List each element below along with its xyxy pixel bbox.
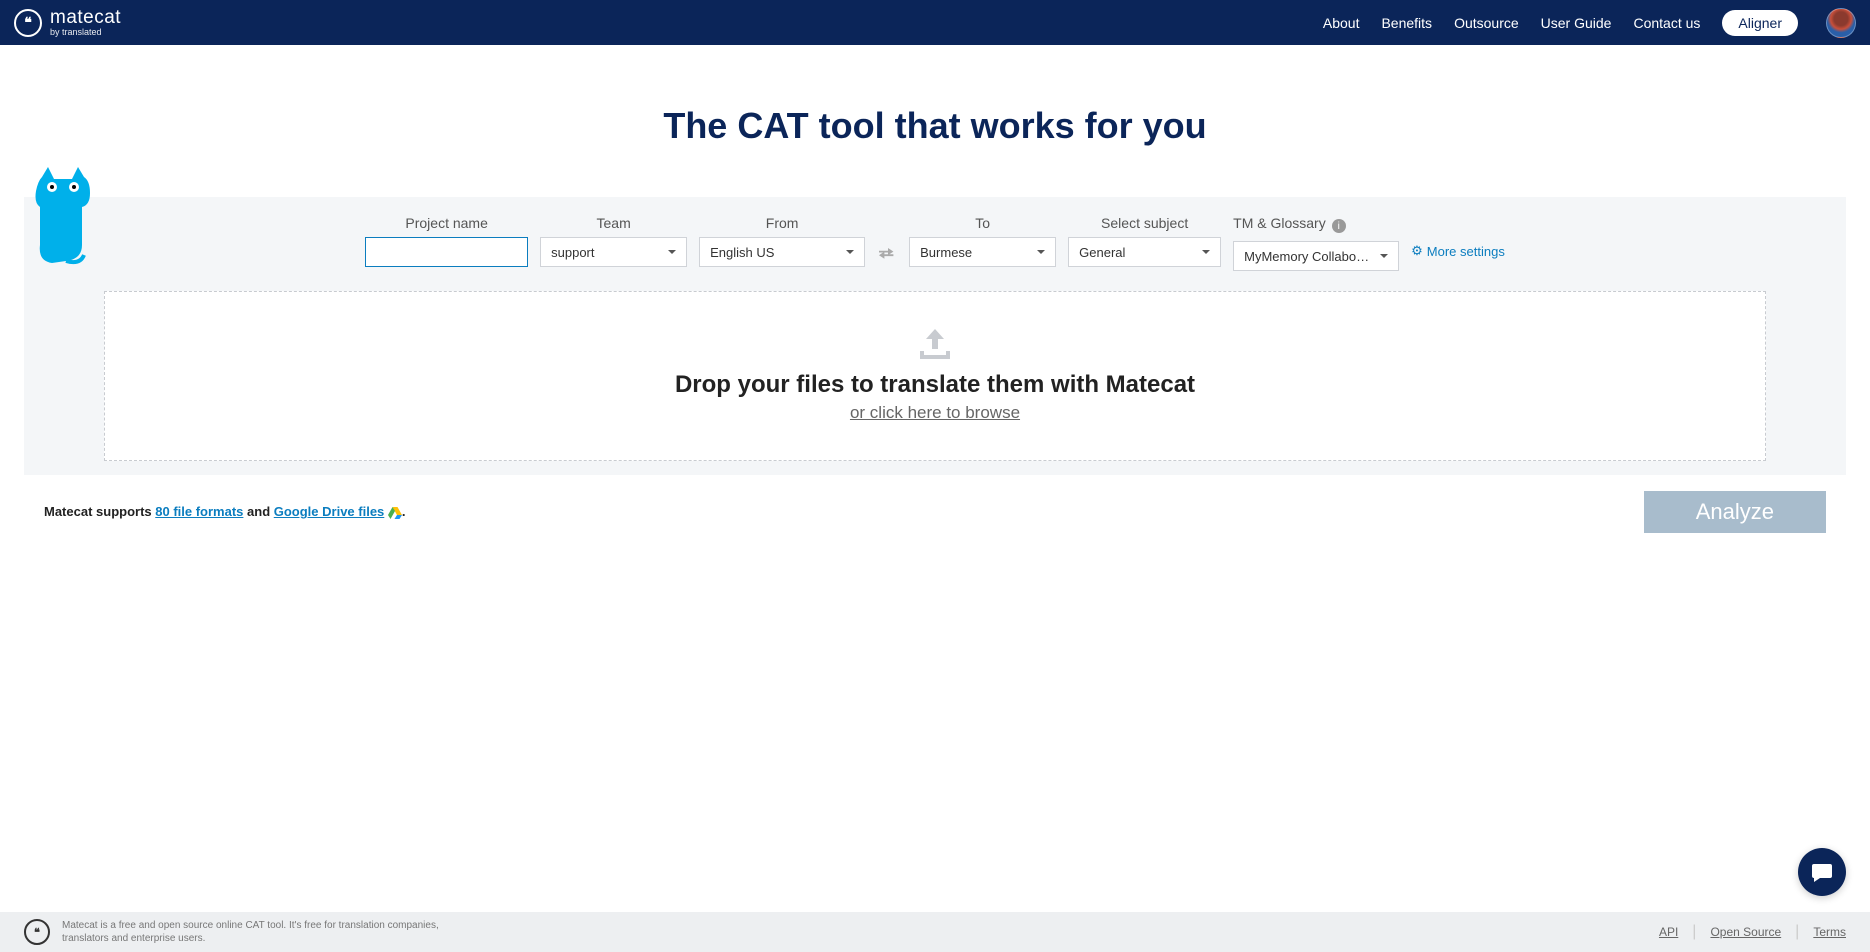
brand-sub: by translated (50, 28, 121, 37)
footer-api-link[interactable]: API (1659, 925, 1678, 939)
project-name-input[interactable] (365, 237, 528, 267)
support-prefix: Matecat supports (44, 504, 155, 519)
more-settings-label: More settings (1427, 244, 1505, 259)
logo-text: matecat by translated (50, 8, 121, 37)
tm-dropdown[interactable]: MyMemory Collabora... (1233, 241, 1399, 271)
logo-icon: ❝ (14, 9, 42, 37)
top-nav: About Benefits Outsource User Guide Cont… (1323, 8, 1856, 38)
team-value: support (551, 245, 594, 260)
nav-user-guide[interactable]: User Guide (1541, 15, 1612, 31)
swap-languages-button[interactable] (877, 239, 897, 269)
footer-text: Matecat is a free and open source online… (62, 919, 462, 945)
info-icon[interactable]: i (1332, 219, 1346, 233)
footer-left: ❝ Matecat is a free and open source onli… (24, 919, 462, 945)
tm-value: MyMemory Collabora... (1244, 249, 1372, 264)
team-dropdown[interactable]: support (540, 237, 687, 267)
chevron-down-icon (1380, 254, 1388, 258)
header: ❝ matecat by translated About Benefits O… (0, 0, 1870, 45)
browse-link[interactable]: or click here to browse (850, 403, 1020, 423)
chat-icon (1810, 860, 1834, 884)
drop-title: Drop your files to translate them with M… (675, 371, 1195, 399)
below-panel: Matecat supports 80 file formats and Goo… (44, 491, 1826, 533)
upload-icon (918, 329, 952, 359)
field-from-lang: From English US (699, 215, 865, 267)
footer-links: API | Open Source | Terms (1659, 923, 1846, 941)
nav-about[interactable]: About (1323, 15, 1360, 31)
field-to-lang: To Burmese (909, 215, 1056, 267)
to-label: To (909, 215, 1056, 231)
to-lang-dropdown[interactable]: Burmese (909, 237, 1056, 267)
brand-name: matecat (50, 8, 121, 27)
support-text: Matecat supports 80 file formats and Goo… (44, 504, 406, 520)
field-team: Team support (540, 215, 687, 267)
footer-opensource-link[interactable]: Open Source (1710, 925, 1781, 939)
field-tm-glossary: TM & Glossary i MyMemory Collabora... (1233, 215, 1399, 271)
nav-aligner[interactable]: Aligner (1722, 10, 1798, 36)
chevron-down-icon (846, 250, 854, 254)
project-panel: Project name Team support From English U… (24, 197, 1846, 475)
gear-icon: ⚙ (1411, 243, 1423, 259)
field-project-name: Project name (365, 215, 528, 267)
separator: | (1795, 923, 1799, 941)
subject-value: General (1079, 245, 1125, 260)
chevron-down-icon (1202, 250, 1210, 254)
footer: ❝ Matecat is a free and open source onli… (0, 912, 1870, 952)
cat-mascot-icon (30, 165, 100, 269)
chevron-down-icon (668, 250, 676, 254)
nav-contact[interactable]: Contact us (1633, 15, 1700, 31)
project-name-label: Project name (365, 215, 528, 231)
logo[interactable]: ❝ matecat by translated (14, 8, 121, 37)
subject-label: Select subject (1068, 215, 1221, 231)
from-value: English US (710, 245, 774, 260)
to-value: Burmese (920, 245, 972, 260)
more-settings-link[interactable]: ⚙ More settings (1411, 243, 1505, 259)
analyze-button[interactable]: Analyze (1644, 491, 1826, 533)
file-formats-link[interactable]: 80 file formats (155, 504, 243, 519)
nav-outsource[interactable]: Outsource (1454, 15, 1519, 31)
separator: | (1692, 923, 1696, 941)
nav-benefits[interactable]: Benefits (1381, 15, 1432, 31)
from-label: From (699, 215, 865, 231)
footer-terms-link[interactable]: Terms (1813, 925, 1846, 939)
support-mid: and (243, 504, 273, 519)
field-subject: Select subject General (1068, 215, 1221, 267)
support-period: . (402, 504, 406, 519)
google-drive-icon (388, 506, 402, 520)
fields-row: Project name Team support From English U… (24, 215, 1846, 271)
chat-button[interactable] (1798, 848, 1846, 896)
tm-label: TM & Glossary (1233, 215, 1326, 231)
hero: The CAT tool that works for you Project … (0, 105, 1870, 533)
from-lang-dropdown[interactable]: English US (699, 237, 865, 267)
avatar[interactable] (1826, 8, 1856, 38)
page-title: The CAT tool that works for you (0, 105, 1870, 147)
google-drive-link[interactable]: Google Drive files (274, 504, 385, 519)
team-label: Team (540, 215, 687, 231)
file-drop-zone[interactable]: Drop your files to translate them with M… (104, 291, 1766, 461)
footer-logo-icon: ❝ (24, 919, 50, 945)
chevron-down-icon (1037, 250, 1045, 254)
subject-dropdown[interactable]: General (1068, 237, 1221, 267)
